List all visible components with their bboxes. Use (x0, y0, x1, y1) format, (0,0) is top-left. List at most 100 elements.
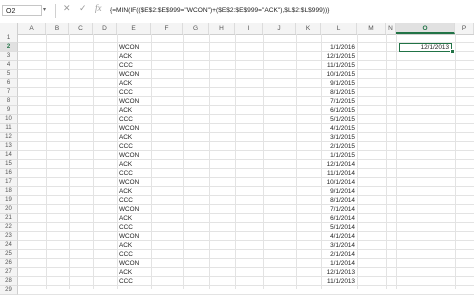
cell-e2[interactable]: WCON (117, 43, 153, 52)
column-header-i[interactable]: I (235, 23, 263, 34)
cell-l11[interactable]: 4/1/2015 (321, 124, 357, 133)
select-all-corner[interactable] (0, 23, 18, 34)
name-box[interactable]: O2 (2, 5, 42, 16)
cell-l3[interactable]: 12/1/2015 (321, 52, 357, 61)
cell-l17[interactable]: 10/1/2014 (321, 178, 357, 187)
row-header-28[interactable]: 28 (0, 277, 18, 286)
column-header-j[interactable]: J (263, 23, 296, 34)
cell-l19[interactable]: 8/1/2014 (321, 196, 357, 205)
row-header-15[interactable]: 15 (0, 160, 18, 169)
cell-e7[interactable]: CCC (117, 88, 153, 97)
cell-l5[interactable]: 10/1/2015 (321, 70, 357, 79)
row-header-7[interactable]: 7 (0, 88, 18, 97)
column-header-m[interactable]: M (357, 23, 386, 34)
column-header-l[interactable]: L (321, 23, 357, 34)
column-header-c[interactable]: C (69, 23, 93, 34)
row-header-9[interactable]: 9 (0, 106, 18, 115)
worksheet-grid[interactable]: A B C D E F G H I J K L M N O P 1 2 WCON 1/1/2016 3 ACK 12/1/2… (0, 23, 474, 295)
cell-e23[interactable]: WCON (117, 232, 153, 241)
cell-l21[interactable]: 6/1/2014 (321, 214, 357, 223)
cell-e20[interactable]: WCON (117, 205, 153, 214)
row-header-21[interactable]: 21 (0, 214, 18, 223)
cell-e18[interactable]: ACK (117, 187, 153, 196)
row-header-27[interactable]: 27 (0, 268, 18, 277)
name-box-dropdown-icon[interactable]: ▾ (43, 5, 46, 16)
cell-e25[interactable]: CCC (117, 250, 153, 259)
column-header-n[interactable]: N (386, 23, 396, 34)
row-header-3[interactable]: 3 (0, 52, 18, 61)
cell-l24[interactable]: 3/1/2014 (321, 241, 357, 250)
cell-e27[interactable]: ACK (117, 268, 153, 277)
cell-l18[interactable]: 9/1/2014 (321, 187, 357, 196)
cell-e6[interactable]: ACK (117, 79, 153, 88)
row-header-13[interactable]: 13 (0, 142, 18, 151)
cell-e9[interactable]: ACK (117, 106, 153, 115)
cell-l14[interactable]: 1/1/2015 (321, 151, 357, 160)
row-header-10[interactable]: 10 (0, 115, 18, 124)
row-header-18[interactable]: 18 (0, 187, 18, 196)
cell-e26[interactable]: WCON (117, 259, 153, 268)
row-header-29[interactable]: 29 (0, 286, 18, 295)
row-header-17[interactable]: 17 (0, 178, 18, 187)
row-header-25[interactable]: 25 (0, 250, 18, 259)
cell-e4[interactable]: CCC (117, 61, 153, 70)
cell-e19[interactable]: CCC (117, 196, 153, 205)
column-header-k[interactable]: K (296, 23, 321, 34)
row-header-2[interactable]: 2 (0, 43, 18, 52)
cell-e13[interactable]: CCC (117, 142, 153, 151)
row-header-24[interactable]: 24 (0, 241, 18, 250)
cell-e14[interactable]: WCON (117, 151, 153, 160)
row-header-8[interactable]: 8 (0, 97, 18, 106)
cell-l6[interactable]: 9/1/2015 (321, 79, 357, 88)
cell-l20[interactable]: 7/1/2014 (321, 205, 357, 214)
cell-e11[interactable]: WCON (117, 124, 153, 133)
cell-l4[interactable]: 11/1/2015 (321, 61, 357, 70)
cell-l13[interactable]: 2/1/2015 (321, 142, 357, 151)
cell-e21[interactable]: ACK (117, 214, 153, 223)
cell-l26[interactable]: 1/1/2014 (321, 259, 357, 268)
row-header-1[interactable]: 1 (0, 34, 18, 43)
cell-e12[interactable]: ACK (117, 133, 153, 142)
cell-l16[interactable]: 11/1/2014 (321, 169, 357, 178)
cancel-icon[interactable]: ✕ (63, 3, 71, 14)
cell-l8[interactable]: 7/1/2015 (321, 97, 357, 106)
column-header-b[interactable]: B (46, 23, 69, 34)
fill-handle[interactable] (450, 49, 455, 54)
active-cell-o2[interactable]: 12/1/2013 (399, 43, 452, 52)
cell-l22[interactable]: 5/1/2014 (321, 223, 357, 232)
cell-l23[interactable]: 4/1/2014 (321, 232, 357, 241)
row-header-16[interactable]: 16 (0, 169, 18, 178)
enter-icon[interactable]: ✓ (79, 3, 87, 14)
column-header-p[interactable]: P (455, 23, 474, 34)
formula-input[interactable]: {=MIN(IF(($E$2:$E$999="WCON")+($E$2:$E$9… (110, 5, 329, 16)
row-header-5[interactable]: 5 (0, 70, 18, 79)
cell-l12[interactable]: 3/1/2015 (321, 133, 357, 142)
cell-l15[interactable]: 12/1/2014 (321, 160, 357, 169)
row-header-23[interactable]: 23 (0, 232, 18, 241)
cell-l28[interactable]: 11/1/2013 (321, 277, 357, 286)
cell-e8[interactable]: WCON (117, 97, 153, 106)
cell-l9[interactable]: 6/1/2015 (321, 106, 357, 115)
column-header-g[interactable]: G (183, 23, 209, 34)
column-header-f[interactable]: F (151, 23, 183, 34)
row-header-12[interactable]: 12 (0, 133, 18, 142)
cell-e10[interactable]: CCC (117, 115, 153, 124)
column-header-h[interactable]: H (209, 23, 235, 34)
row-header-4[interactable]: 4 (0, 61, 18, 70)
cell-e3[interactable]: ACK (117, 52, 153, 61)
row-header-22[interactable]: 22 (0, 223, 18, 232)
row-header-26[interactable]: 26 (0, 259, 18, 268)
cell-e16[interactable]: CCC (117, 169, 153, 178)
row-header-11[interactable]: 11 (0, 124, 18, 133)
cell-l25[interactable]: 2/1/2014 (321, 250, 357, 259)
cell-e17[interactable]: WCON (117, 178, 153, 187)
cell-e15[interactable]: ACK (117, 160, 153, 169)
row-header-14[interactable]: 14 (0, 151, 18, 160)
column-header-e[interactable]: E (117, 23, 151, 34)
cell-e28[interactable]: CCC (117, 277, 153, 286)
insert-function-icon[interactable]: fx (95, 3, 102, 13)
row-header-19[interactable]: 19 (0, 196, 18, 205)
cell-e5[interactable]: WCON (117, 70, 153, 79)
row-header-20[interactable]: 20 (0, 205, 18, 214)
cell-e24[interactable]: ACK (117, 241, 153, 250)
